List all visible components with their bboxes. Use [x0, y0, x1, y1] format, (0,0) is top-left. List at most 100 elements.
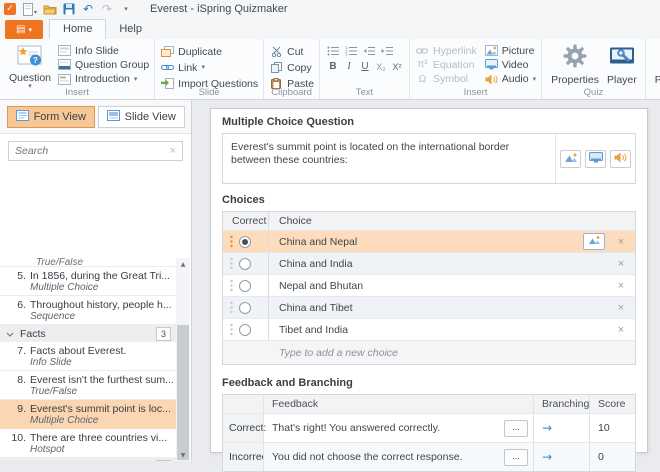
- sidebar-scrollbar[interactable]: ▲ ▼: [176, 258, 190, 461]
- branching-arrow-icon[interactable]: →: [542, 450, 552, 464]
- choice-picture-button[interactable]: [583, 233, 605, 250]
- group-header-facts[interactable]: Facts 3: [0, 325, 177, 342]
- delete-choice-icon[interactable]: ×: [607, 280, 635, 292]
- svg-text:3: 3: [345, 52, 348, 56]
- drag-handle-icon[interactable]: [230, 279, 233, 292]
- feedback-more-button[interactable]: ...: [504, 419, 528, 437]
- feedback-text-correct[interactable]: That's right! You answered correctly.: [272, 422, 504, 434]
- choice-text[interactable]: China and Tibet: [269, 302, 607, 314]
- copy-button[interactable]: Copy: [270, 60, 314, 75]
- audio-button[interactable]: Audio ▾: [485, 73, 536, 86]
- list-item[interactable]: 8. Everest isn't the furthest sum... True…: [0, 371, 177, 400]
- list-item-partial[interactable]: True/False: [0, 258, 177, 267]
- choice-row-selected[interactable]: China and Nepal ×: [223, 230, 635, 252]
- slide-view-label: Slide View: [124, 111, 176, 123]
- question-button[interactable]: ? Question ▾: [6, 42, 54, 90]
- question-slide-icon: ?: [15, 43, 45, 70]
- scissors-icon: [270, 46, 283, 57]
- list-item[interactable]: 10. There are three countries vi... Hotsp…: [0, 429, 177, 458]
- equation-button[interactable]: π² Equation: [416, 58, 477, 71]
- scroll-down-icon[interactable]: ▼: [176, 449, 190, 461]
- correct-radio[interactable]: [239, 257, 251, 270]
- increase-indent-button[interactable]: [380, 44, 396, 57]
- symbol-button[interactable]: Ω Symbol: [416, 73, 477, 86]
- scroll-up-icon[interactable]: ▲: [176, 258, 190, 270]
- tab-form-view[interactable]: Form View: [7, 106, 95, 128]
- undo-button[interactable]: ↶: [81, 2, 95, 16]
- correct-radio[interactable]: [239, 301, 251, 314]
- link-button[interactable]: Link ▾: [161, 60, 258, 75]
- duplicate-label: Duplicate: [178, 45, 222, 58]
- correct-radio[interactable]: [239, 323, 251, 336]
- cut-button[interactable]: Cut: [270, 44, 314, 59]
- introduction-button[interactable]: Introduction ▾: [58, 73, 149, 86]
- add-choice-row[interactable]: Type to add a new choice: [223, 340, 635, 364]
- ribbon-group-quiz: Properties Player Quiz: [542, 39, 646, 99]
- choice-text[interactable]: China and India: [269, 258, 607, 270]
- add-video-button[interactable]: [585, 149, 606, 168]
- delete-choice-icon[interactable]: ×: [607, 302, 635, 314]
- scrollbar-thumb[interactable]: [177, 325, 189, 460]
- preview-button[interactable]: Preview ▾: [652, 42, 660, 86]
- delete-choice-icon[interactable]: ×: [607, 324, 635, 336]
- tab-home[interactable]: Home: [49, 19, 107, 39]
- tab-slide-view[interactable]: Slide View: [97, 106, 185, 128]
- add-picture-button[interactable]: [560, 149, 581, 168]
- player-button[interactable]: Player: [604, 42, 640, 86]
- drag-handle-icon[interactable]: [230, 235, 233, 248]
- list-item[interactable]: 7. Facts about Everest. Info Slide: [0, 342, 177, 371]
- delete-choice-icon[interactable]: ×: [607, 258, 635, 270]
- choice-text[interactable]: Tibet and India: [269, 324, 607, 336]
- choice-row[interactable]: China and India ×: [223, 252, 635, 274]
- numbered-list-button[interactable]: 123: [344, 44, 360, 57]
- bullet-list-button[interactable]: [326, 44, 342, 57]
- choice-row[interactable]: Nepal and Bhutan ×: [223, 274, 635, 296]
- branching-arrow-icon[interactable]: →: [542, 421, 552, 435]
- list-item[interactable]: 6. Throughout history, people h... Sequen…: [0, 296, 177, 325]
- drag-handle-icon[interactable]: [230, 257, 233, 270]
- add-audio-button[interactable]: [610, 149, 631, 168]
- duplicate-button[interactable]: Duplicate: [161, 44, 258, 59]
- list-item[interactable]: 5. In 1856, during the Great Tri... Multi…: [0, 267, 177, 296]
- superscript-button[interactable]: X²: [390, 62, 404, 72]
- delete-choice-icon[interactable]: ×: [607, 236, 635, 248]
- feedback-more-button[interactable]: ...: [504, 448, 528, 466]
- tab-help[interactable]: Help: [106, 20, 155, 39]
- hyperlink-button[interactable]: Hyperlink: [416, 44, 477, 57]
- choice-row[interactable]: Tibet and India ×: [223, 318, 635, 340]
- video-button[interactable]: Video: [484, 58, 536, 71]
- save-button[interactable]: [62, 2, 76, 16]
- choice-row[interactable]: China and Tibet ×: [223, 296, 635, 318]
- audio-icon: [485, 74, 498, 85]
- app-menu-button[interactable]: ▤ ▾: [5, 20, 43, 39]
- redo-button[interactable]: ↷: [100, 2, 114, 16]
- new-document-button[interactable]: ▾: [22, 2, 38, 16]
- question-text[interactable]: Everest's summit point is located on the…: [223, 134, 555, 183]
- quick-access-customize-button[interactable]: ▾: [119, 2, 133, 16]
- properties-button[interactable]: Properties: [548, 42, 602, 86]
- question-group-button[interactable]: Question Group: [58, 58, 149, 71]
- picture-button[interactable]: Picture: [484, 44, 536, 57]
- bold-button[interactable]: B: [326, 61, 340, 72]
- score-value-correct[interactable]: 10: [589, 414, 635, 442]
- decrease-indent-button[interactable]: [362, 44, 378, 57]
- correct-radio[interactable]: [239, 235, 251, 248]
- search-input[interactable]: [15, 145, 170, 157]
- score-value-incorrect[interactable]: 0: [589, 443, 635, 471]
- list-item-selected[interactable]: 9. Everest's summit point is loc... Multi…: [0, 400, 177, 429]
- drag-handle-icon[interactable]: [230, 323, 233, 336]
- open-button[interactable]: [43, 2, 57, 16]
- choice-text[interactable]: China and Nepal: [269, 236, 583, 248]
- italic-button[interactable]: I: [342, 61, 356, 72]
- drag-handle-icon[interactable]: [230, 301, 233, 314]
- collapse-chevron-icon: [6, 328, 14, 340]
- sidebar: Form View Slide View × True/False 5. In 1…: [0, 100, 192, 461]
- choice-text[interactable]: Nepal and Bhutan: [269, 280, 607, 292]
- feedback-text-incorrect[interactable]: You did not choose the correct response.: [272, 451, 504, 463]
- question-text-box[interactable]: Everest's summit point is located on the…: [222, 133, 636, 184]
- correct-radio[interactable]: [239, 279, 251, 292]
- clear-search-icon[interactable]: ×: [170, 145, 176, 157]
- subscript-button[interactable]: X₂: [374, 62, 388, 72]
- info-slide-button[interactable]: Info Slide: [58, 44, 149, 57]
- underline-button[interactable]: U: [358, 61, 372, 72]
